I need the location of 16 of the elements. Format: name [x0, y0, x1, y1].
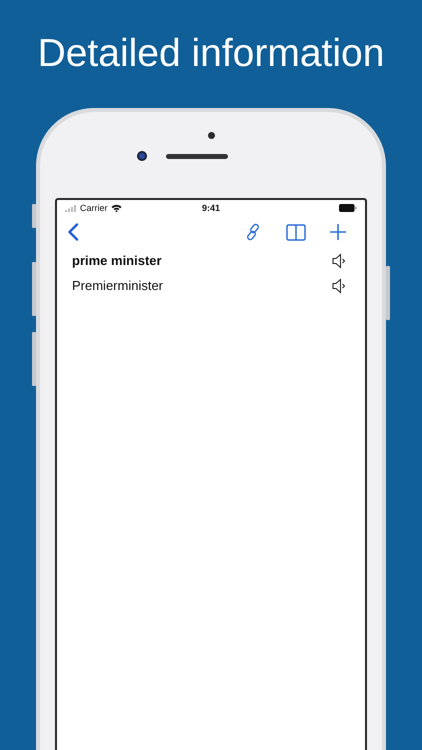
entry-text: prime minister [72, 253, 162, 268]
entry-text: Premierminister [72, 278, 164, 293]
signal-icon [65, 204, 77, 212]
headline: Detailed information [36, 31, 386, 77]
status-time: 9:41 [202, 203, 220, 213]
speaker-icon[interactable] [332, 278, 346, 294]
earpiece-speaker [166, 154, 228, 158]
back-button[interactable] [67, 223, 79, 241]
wifi-icon [110, 204, 122, 212]
book-icon[interactable] [286, 224, 306, 240]
add-button[interactable] [329, 223, 347, 241]
battery-icon [339, 204, 358, 212]
camera-icon [137, 151, 147, 161]
speaker-icon[interactable] [332, 252, 346, 268]
carrier-name: Carrier [80, 203, 108, 213]
sensor-dot [208, 132, 214, 139]
